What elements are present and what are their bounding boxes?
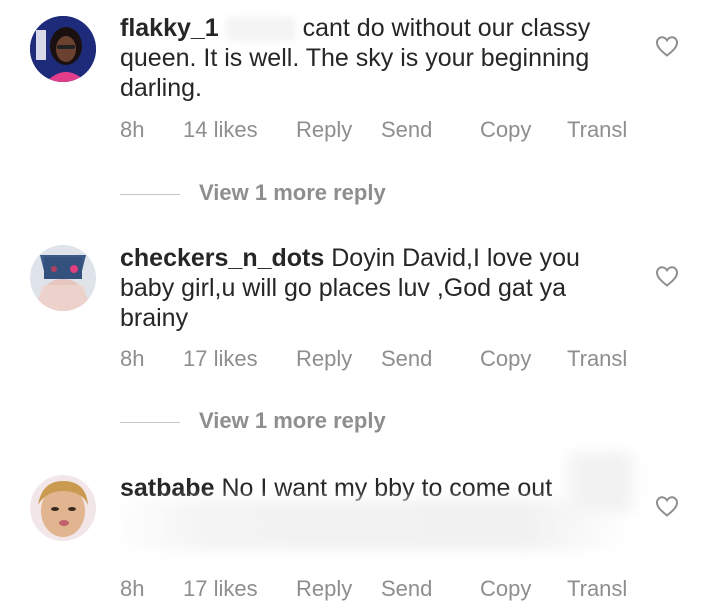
copy-button[interactable]: Copy <box>480 576 531 602</box>
like-button[interactable] <box>655 495 679 517</box>
divider <box>120 422 180 423</box>
view-more-label[interactable]: View 1 more reply <box>199 180 386 206</box>
blurred-region <box>560 452 640 512</box>
comment-body: No I want my bby to come out <box>221 474 553 502</box>
reply-button[interactable]: Reply <box>296 576 352 602</box>
username[interactable]: flakky_1 <box>120 14 219 42</box>
like-button[interactable] <box>655 265 679 287</box>
timestamp: 8h <box>120 576 145 601</box>
comment-meta: 8h 14 likes Reply Send Copy Transl <box>0 117 720 145</box>
username[interactable]: satbabe <box>120 474 214 502</box>
username[interactable]: checkers_n_dots <box>120 244 324 272</box>
likes-count[interactable]: 17 likes <box>183 346 258 372</box>
comment-meta: 8h 17 likes Reply Send Copy Transl <box>0 346 720 374</box>
view-more-replies[interactable]: View 1 more reply <box>120 408 420 436</box>
copy-button[interactable]: Copy <box>480 346 531 372</box>
comment-meta: 8h 17 likes Reply Send Copy Transl <box>0 576 720 604</box>
avatar[interactable] <box>30 245 96 311</box>
reply-button[interactable]: Reply <box>296 117 352 143</box>
translate-button[interactable]: Transl <box>567 576 627 602</box>
comment-text: checkers_n_dots Doyin David,I love you b… <box>120 243 640 333</box>
translate-button[interactable]: Transl <box>567 117 627 143</box>
heart-outline-icon <box>655 496 679 517</box>
likes-count[interactable]: 14 likes <box>183 117 258 143</box>
send-button[interactable]: Send <box>381 576 432 602</box>
like-button[interactable] <box>655 35 679 57</box>
heart-outline-icon <box>655 266 679 287</box>
timestamp: 8h <box>120 346 145 371</box>
translate-button[interactable]: Transl <box>567 346 627 372</box>
blurred-region <box>110 500 630 550</box>
view-more-label[interactable]: View 1 more reply <box>199 408 386 434</box>
send-button[interactable]: Send <box>381 117 432 143</box>
view-more-replies[interactable]: View 1 more reply <box>120 180 420 208</box>
divider <box>120 194 180 195</box>
comment-text: flakky_1 cant do without our classy quee… <box>120 13 640 103</box>
likes-count[interactable]: 17 likes <box>183 576 258 602</box>
blurred-region <box>225 17 296 42</box>
avatar[interactable] <box>30 475 96 541</box>
avatar[interactable] <box>30 16 96 82</box>
heart-outline-icon <box>655 36 679 57</box>
reply-button[interactable]: Reply <box>296 346 352 372</box>
send-button[interactable]: Send <box>381 346 432 372</box>
copy-button[interactable]: Copy <box>480 117 531 143</box>
timestamp: 8h <box>120 117 145 142</box>
